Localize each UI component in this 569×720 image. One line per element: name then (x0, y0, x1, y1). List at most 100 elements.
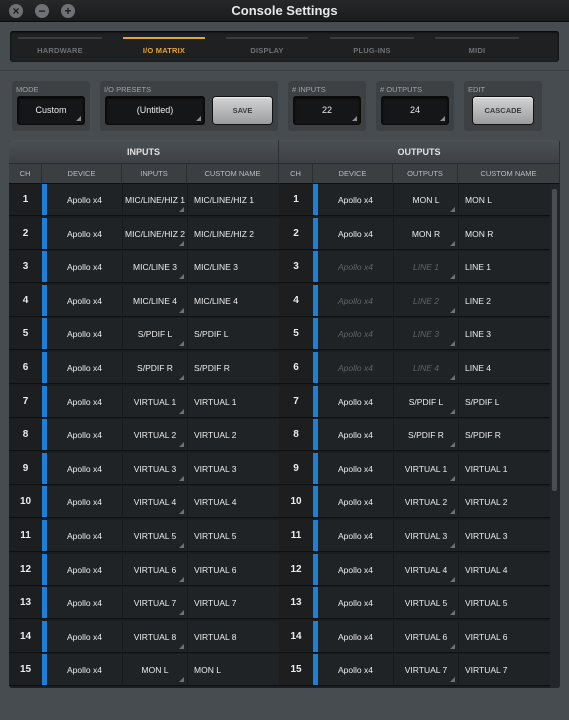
input-custom-name[interactable]: VIRTUAL 1 (187, 385, 279, 418)
output-channel-number-text: 13 (290, 597, 302, 609)
output-destination-dropdown[interactable]: VIRTUAL 6 (393, 620, 458, 653)
save-button[interactable]: SAVE (213, 97, 272, 124)
output-channel-number: 8 (279, 419, 313, 452)
output-destination-dropdown[interactable]: LINE 2 (393, 284, 458, 317)
tab-indicator (226, 37, 308, 39)
input-custom-name[interactable]: MON L (187, 654, 279, 687)
input-custom-name[interactable]: VIRTUAL 5 (187, 520, 279, 552)
output-destination-dropdown[interactable]: LINE 3 (393, 318, 458, 351)
input-device: Apollo x4 (47, 419, 122, 452)
input-channel-number-text: 14 (19, 630, 32, 642)
input-source-dropdown[interactable]: VIRTUAL 7 (122, 587, 187, 620)
output-destination-dropdown[interactable]: VIRTUAL 4 (393, 553, 458, 586)
input-source-dropdown-text: VIRTUAL 7 (133, 598, 177, 609)
cascade-button[interactable]: CASCADE (473, 97, 533, 124)
output-custom-name[interactable]: VIRTUAL 2 (458, 486, 550, 519)
io-presets-dropdown[interactable]: (Untitled) (106, 97, 204, 124)
output-destination-dropdown[interactable]: VIRTUAL 1 (393, 452, 458, 485)
dropdown-corner-icon (179, 610, 184, 616)
input-source-dropdown-text: VIRTUAL 5 (133, 531, 177, 541)
output-custom-name[interactable]: MON R (458, 217, 550, 250)
output-custom-name[interactable]: LINE 2 (458, 284, 550, 317)
output-destination-dropdown[interactable]: VIRTUAL 2 (393, 486, 458, 519)
output-custom-name[interactable]: S/PDIF L (458, 385, 550, 418)
input-custom-name[interactable]: VIRTUAL 4 (187, 486, 279, 519)
input-custom-name-text: VIRTUAL 1 (194, 396, 237, 407)
input-custom-name[interactable]: VIRTUAL 6 (187, 553, 279, 586)
input-custom-name[interactable]: VIRTUAL 3 (187, 452, 279, 485)
input-custom-name[interactable]: MIC/LINE 3 (187, 251, 279, 284)
tab-io-matrix[interactable]: I/O MATRIX (115, 31, 213, 62)
input-custom-name[interactable]: VIRTUAL 2 (187, 419, 279, 452)
output-destination-dropdown[interactable]: LINE 1 (393, 251, 458, 284)
input-custom-name[interactable]: S/PDIF L (187, 318, 279, 351)
input-source-dropdown[interactable]: MIC/LINE/HIZ 2 (122, 217, 187, 250)
output-custom-name[interactable]: S/PDIF R (458, 419, 550, 452)
input-channel-number: 8 (9, 419, 42, 452)
output-device-text: Apollo x4 (338, 531, 373, 541)
input-source-dropdown[interactable]: S/PDIF L (122, 318, 187, 351)
inputs-count-group: # INPUTS 22 (288, 81, 366, 131)
mode-dropdown[interactable]: Custom (18, 97, 84, 124)
output-destination-dropdown[interactable]: VIRTUAL 5 (393, 587, 458, 620)
input-source-dropdown-text: S/PDIF L (137, 329, 173, 340)
tab-display[interactable]: DISPLAY (218, 31, 316, 62)
column-header: OUTPUTS (393, 164, 458, 184)
output-custom-name[interactable]: LINE 4 (458, 352, 550, 384)
io-presets-label: I/O PRESETS (104, 85, 152, 94)
input-custom-name[interactable]: MIC/LINE 4 (187, 284, 279, 317)
table-row: 12 Apollo x4 VIRTUAL 6 VIRTUAL 6 12 Apollo x4… (9, 553, 560, 587)
output-destination-dropdown[interactable]: VIRTUAL 3 (393, 520, 458, 552)
input-custom-name[interactable]: VIRTUAL 7 (187, 587, 279, 620)
input-custom-name[interactable]: MIC/LINE/HIZ 1 (187, 184, 279, 216)
input-custom-name[interactable]: S/PDIF R (187, 352, 279, 384)
output-destination-dropdown[interactable]: S/PDIF L (393, 385, 458, 418)
input-source-dropdown[interactable]: MIC/LINE 3 (122, 251, 187, 284)
dropdown-corner-icon (450, 240, 455, 246)
output-destination-dropdown[interactable]: S/PDIF R (393, 419, 458, 452)
output-custom-name[interactable]: VIRTUAL 6 (458, 620, 550, 653)
output-custom-name[interactable]: VIRTUAL 3 (458, 520, 550, 552)
input-channel-number-text: 3 (22, 261, 29, 273)
output-device-text: Apollo x4 (338, 598, 373, 609)
input-channel-number-text: 2 (22, 227, 29, 239)
input-channel-number: 10 (9, 486, 42, 519)
output-custom-name[interactable]: VIRTUAL 1 (458, 452, 550, 485)
output-custom-name[interactable]: VIRTUAL 4 (458, 553, 550, 586)
dropdown-corner-icon (450, 543, 455, 548)
input-source-dropdown[interactable]: VIRTUAL 4 (122, 486, 187, 519)
input-source-dropdown[interactable]: VIRTUAL 2 (122, 419, 187, 452)
input-device-text: Apollo x4 (67, 631, 102, 642)
output-destination-dropdown[interactable]: MON R (393, 217, 458, 250)
scrollbar-thumb[interactable] (552, 189, 557, 491)
output-destination-dropdown[interactable]: VIRTUAL 7 (393, 654, 458, 687)
input-source-dropdown[interactable]: MIC/LINE/HIZ 1 (122, 184, 187, 216)
input-source-dropdown[interactable]: VIRTUAL 1 (122, 385, 187, 418)
output-destination-dropdown[interactable]: MON L (393, 184, 458, 216)
output-custom-name[interactable]: LINE 3 (458, 318, 550, 351)
output-channel-number: 1 (279, 184, 313, 216)
input-source-dropdown[interactable]: VIRTUAL 3 (122, 452, 187, 485)
input-source-dropdown[interactable]: VIRTUAL 5 (122, 520, 187, 552)
input-source-dropdown[interactable]: MIC/LINE 4 (122, 284, 187, 317)
input-source-dropdown[interactable]: VIRTUAL 6 (122, 553, 187, 586)
output-custom-name[interactable]: VIRTUAL 7 (458, 654, 550, 687)
tab-hardware[interactable]: HARDWARE (10, 31, 110, 62)
tab-midi[interactable]: MIDI (427, 31, 527, 62)
input-source-dropdown-text: MIC/LINE 4 (133, 295, 177, 306)
tab-plug-ins[interactable]: PLUG-INS (322, 31, 422, 62)
outputs-count-dropdown[interactable]: 24 (382, 97, 448, 124)
output-destination-dropdown-text: VIRTUAL 5 (404, 598, 448, 609)
output-custom-name[interactable]: VIRTUAL 5 (458, 587, 550, 620)
output-custom-name[interactable]: MON L (458, 184, 550, 216)
input-channel-number-text: 6 (22, 362, 29, 373)
input-source-dropdown[interactable]: S/PDIF R (122, 352, 187, 384)
input-custom-name[interactable]: VIRTUAL 8 (187, 620, 279, 653)
input-source-dropdown[interactable]: MON L (122, 654, 187, 687)
inputs-count-dropdown[interactable]: 22 (294, 97, 360, 124)
output-destination-dropdown[interactable]: LINE 4 (393, 352, 458, 384)
output-channel-number-text: 15 (290, 664, 302, 676)
input-custom-name[interactable]: MIC/LINE/HIZ 2 (187, 217, 279, 250)
output-custom-name[interactable]: LINE 1 (458, 251, 550, 284)
input-source-dropdown[interactable]: VIRTUAL 8 (122, 620, 187, 653)
